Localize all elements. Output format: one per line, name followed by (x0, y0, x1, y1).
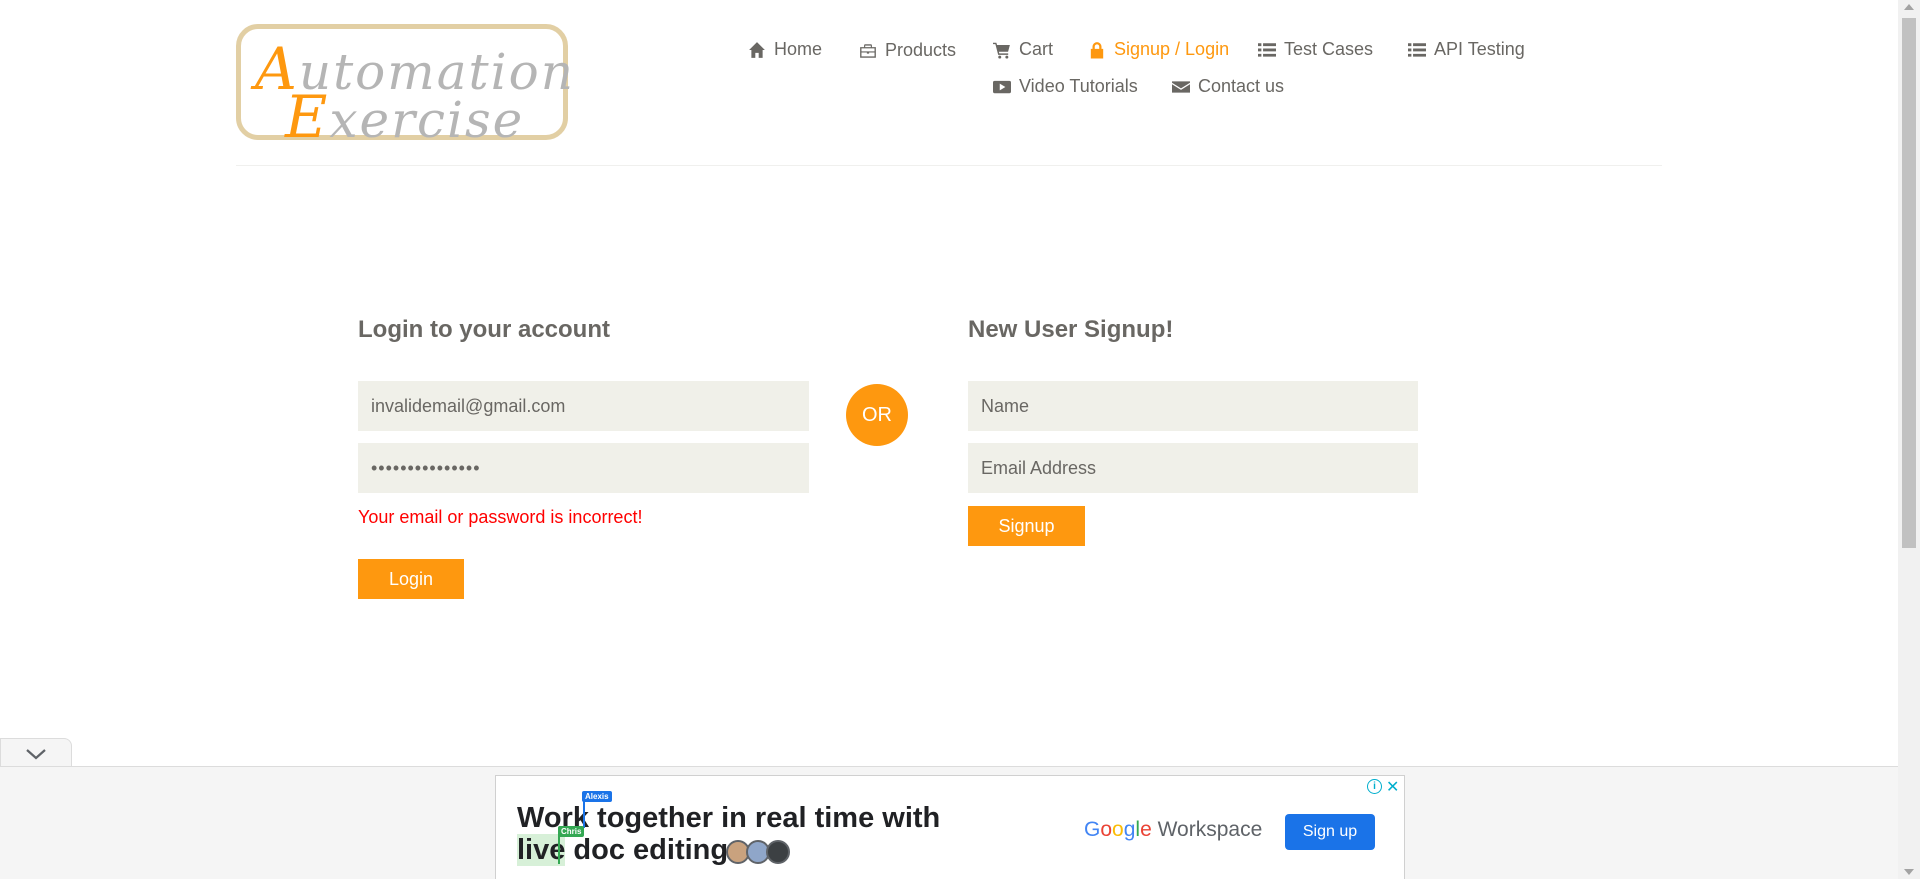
collab-cursor-green (558, 834, 560, 864)
cart-icon (993, 42, 1010, 59)
nav-signup-login-label: Signup / Login (1114, 39, 1230, 59)
ad-banner[interactable]: Work together in real time with Alexis l… (495, 775, 1405, 879)
site-logo[interactable]: Automation Exercise (236, 24, 573, 151)
home-icon (749, 41, 765, 58)
nav-contact-us[interactable]: Contact us (1172, 76, 1284, 97)
ad-headline-line2: live doc editing. (517, 834, 737, 866)
nav-video-tutorials[interactable]: Video Tutorials (993, 76, 1138, 97)
signup-email-input[interactable] (968, 443, 1418, 493)
youtube-play-icon (993, 80, 1011, 93)
chevron-down-icon (26, 748, 46, 759)
nav-products-label: Products (885, 40, 957, 60)
avatar (766, 840, 790, 864)
logo-line-2: Exercise (285, 83, 525, 151)
ad-info-icon[interactable]: i (1367, 779, 1382, 794)
nav-products[interactable]: Products (859, 40, 956, 61)
list-icon (1258, 42, 1276, 57)
nav-signup-login[interactable]: Signup / Login (1088, 39, 1229, 60)
or-divider-badge: OR (846, 384, 908, 446)
ad-close-icon[interactable]: ✕ (1386, 777, 1399, 797)
nav-cart-label: Cart (1019, 39, 1054, 59)
scroll-down-arrow-icon[interactable] (1904, 869, 1914, 875)
scroll-thumb[interactable] (1902, 18, 1916, 548)
google-workspace-logo: Google Workspace (1084, 818, 1263, 841)
collaborator-tag-green: Chris (558, 826, 585, 837)
envelope-icon (1172, 80, 1190, 93)
collaborator-avatars (726, 840, 790, 864)
nav-test-cases[interactable]: Test Cases (1258, 39, 1373, 60)
lock-icon (1090, 41, 1104, 58)
login-title: Login to your account (358, 316, 610, 343)
anchor-ad-bar: Work together in real time with Alexis l… (0, 766, 1898, 879)
signup-title: New User Signup! (968, 316, 1174, 343)
page-scrollbar[interactable] (1898, 0, 1920, 879)
nav-home[interactable]: Home (748, 39, 822, 60)
nav-test-cases-label: Test Cases (1284, 39, 1374, 59)
nav-cart[interactable]: Cart (993, 39, 1053, 60)
ad-signup-button[interactable]: Sign up (1285, 814, 1375, 850)
ad-collapse-toggle[interactable] (0, 738, 72, 768)
login-email-input[interactable] (358, 381, 809, 431)
header-divider (236, 165, 1662, 166)
login-button[interactable]: Login (358, 559, 464, 599)
login-error-message: Your email or password is incorrect! (358, 507, 643, 527)
nav-api-testing[interactable]: API Testing (1408, 39, 1525, 60)
collaborator-tag-blue: Alexis (582, 791, 612, 802)
login-password-input[interactable] (358, 443, 809, 493)
scroll-up-arrow-icon[interactable] (1904, 4, 1914, 10)
collab-cursor-blue (583, 798, 585, 828)
signup-button[interactable]: Signup (968, 506, 1085, 546)
briefcase-icon (860, 43, 876, 58)
nav-video-tutorials-label: Video Tutorials (1019, 76, 1138, 96)
nav-contact-us-label: Contact us (1198, 76, 1285, 96)
signup-name-input[interactable] (968, 381, 1418, 431)
list-icon (1408, 42, 1426, 57)
nav-home-label: Home (774, 39, 823, 59)
nav-api-testing-label: API Testing (1434, 39, 1525, 59)
